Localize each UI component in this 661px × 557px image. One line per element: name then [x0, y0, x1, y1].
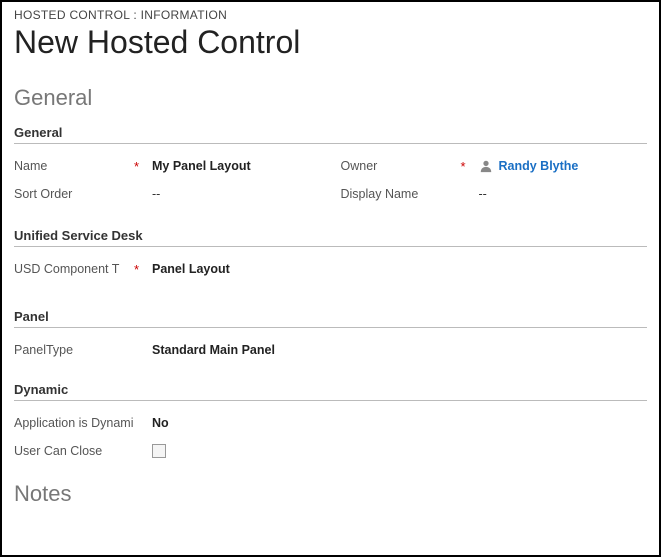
- field-display-name[interactable]: Display Name --: [341, 182, 648, 206]
- subsection-panel: Panel PanelType Standard Main Panel: [14, 309, 647, 362]
- required-marker: *: [134, 159, 152, 174]
- owner-link[interactable]: Randy Blythe: [499, 159, 579, 173]
- value-usd-component[interactable]: Panel Layout: [152, 262, 647, 276]
- value-panel-type[interactable]: Standard Main Panel: [152, 343, 647, 357]
- label-sort-order: Sort Order: [14, 187, 134, 201]
- subsection-header-dynamic: Dynamic: [14, 382, 647, 401]
- checkbox-user-can-close[interactable]: [152, 444, 166, 458]
- field-usd-component[interactable]: USD Component T * Panel Layout: [14, 257, 647, 281]
- field-name[interactable]: Name * My Panel Layout: [14, 154, 321, 178]
- label-user-can-close: User Can Close: [14, 444, 134, 458]
- field-owner[interactable]: Owner * Randy Blythe: [341, 154, 648, 178]
- section-title-general: General: [14, 85, 647, 111]
- subsection-header-panel: Panel: [14, 309, 647, 328]
- person-icon: [479, 159, 493, 173]
- section-title-notes: Notes: [14, 481, 647, 507]
- label-app-is-dynamic: Application is Dynami: [14, 416, 134, 430]
- value-app-is-dynamic[interactable]: No: [152, 416, 647, 430]
- field-user-can-close[interactable]: User Can Close: [14, 439, 647, 463]
- page-title: New Hosted Control: [14, 24, 647, 61]
- subsection-general: General Name * My Panel Layout Sort Orde…: [14, 125, 647, 210]
- breadcrumb: HOSTED CONTROL : INFORMATION: [14, 8, 647, 22]
- label-display-name: Display Name: [341, 187, 461, 201]
- subsection-header-usd: Unified Service Desk: [14, 228, 647, 247]
- value-display-name[interactable]: --: [479, 187, 648, 201]
- subsection-usd: Unified Service Desk USD Component T * P…: [14, 228, 647, 281]
- field-panel-type[interactable]: PanelType Standard Main Panel: [14, 338, 647, 362]
- label-usd-component: USD Component T: [14, 262, 134, 276]
- value-name[interactable]: My Panel Layout: [152, 159, 321, 173]
- value-sort-order[interactable]: --: [152, 187, 321, 201]
- label-panel-type: PanelType: [14, 343, 134, 357]
- subsection-dynamic: Dynamic Application is Dynami No User Ca…: [14, 382, 647, 463]
- field-sort-order[interactable]: Sort Order --: [14, 182, 321, 206]
- field-app-is-dynamic[interactable]: Application is Dynami No: [14, 411, 647, 435]
- required-marker: *: [461, 159, 479, 174]
- subsection-header-general: General: [14, 125, 647, 144]
- label-owner: Owner: [341, 159, 461, 173]
- label-name: Name: [14, 159, 134, 173]
- required-marker: *: [134, 262, 152, 277]
